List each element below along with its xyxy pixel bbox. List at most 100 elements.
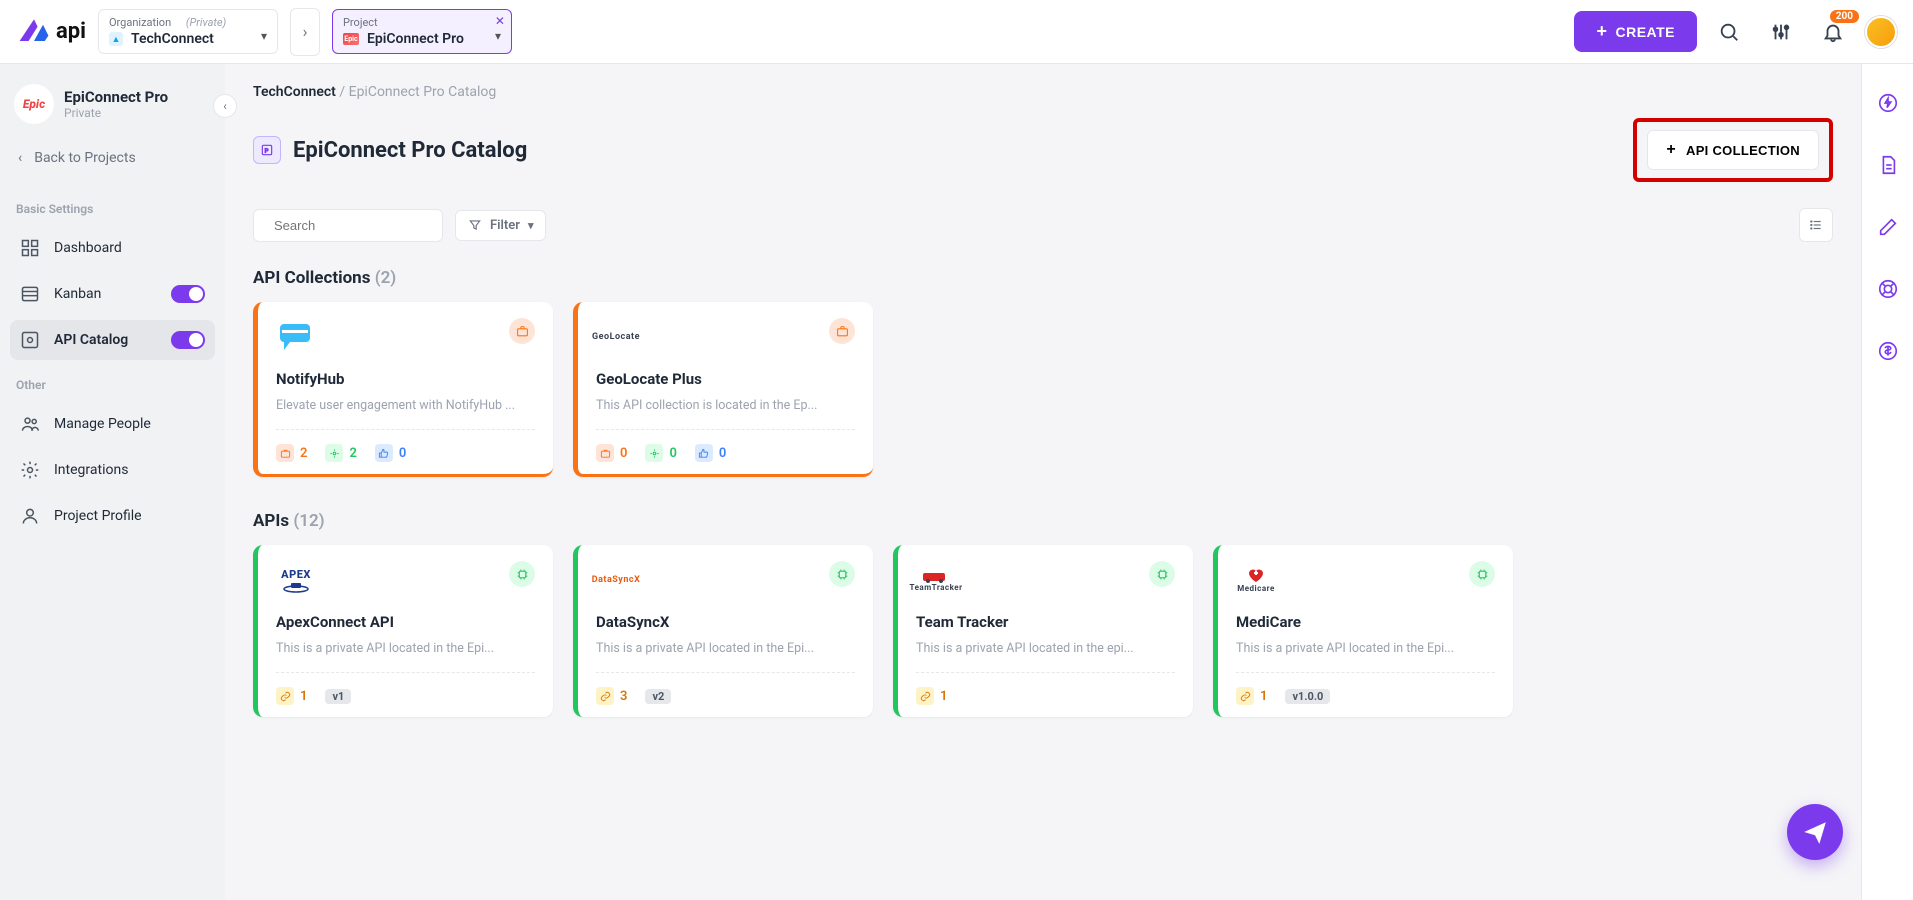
- strip-docs-button[interactable]: [1877, 154, 1899, 180]
- sidebar-item-integrations[interactable]: Integrations: [10, 450, 215, 490]
- search-input-wrapper[interactable]: [253, 209, 443, 242]
- card-title: ApexConnect API: [276, 613, 535, 631]
- chip-icon: [1469, 561, 1495, 587]
- sidebar-item-label: Integrations: [54, 462, 128, 478]
- version-chip: v1.0.0: [1285, 689, 1330, 704]
- card-stats: 2 2 0: [276, 440, 535, 462]
- svg-text:P: P: [265, 148, 269, 154]
- api-logo: Medicare: [1236, 561, 1276, 599]
- stat-gear: 0: [645, 444, 676, 462]
- card-title: GeoLocate Plus: [596, 370, 855, 388]
- notification-count: 200: [1830, 10, 1859, 23]
- sidebar-item-manage-people[interactable]: Manage People: [10, 404, 215, 444]
- api-card[interactable]: TeamTracker Team Tracker This is a priva…: [893, 545, 1193, 717]
- stat-gear: 2: [325, 444, 356, 462]
- sidebar-item-label: Dashboard: [54, 240, 122, 256]
- sidebar-item-label: Manage People: [54, 416, 151, 432]
- sidebar-item-project-profile[interactable]: Project Profile: [10, 496, 215, 536]
- sidebar-item-label: API Catalog: [54, 332, 128, 348]
- org-privacy: (Private): [186, 16, 226, 29]
- org-selector-value: TechConnect: [131, 31, 214, 47]
- settings-sliders-button[interactable]: [1761, 12, 1801, 52]
- version-chip: v2: [645, 689, 671, 704]
- card-stats: 1 v1: [276, 683, 535, 705]
- org-icon: ▲: [109, 32, 123, 46]
- stat-thumb: 0: [375, 444, 406, 462]
- project-icon: Epic: [343, 33, 359, 45]
- create-button[interactable]: + CREATE: [1574, 11, 1697, 52]
- search-icon: [1718, 21, 1740, 43]
- card-desc: This API collection is located in the Ep…: [596, 398, 855, 413]
- card-desc: This is a private API located in the Epi…: [596, 641, 855, 656]
- api-catalog-toggle[interactable]: [171, 331, 205, 349]
- filter-button[interactable]: Filter ▾: [455, 210, 546, 241]
- card-title: Team Tracker: [916, 613, 1175, 631]
- card-desc: Elevate user engagement with NotifyHub .…: [276, 398, 535, 413]
- stat-link: 1: [276, 687, 307, 705]
- caret-down-icon: ▾: [495, 29, 501, 43]
- sidebar-collapse-button[interactable]: ‹: [213, 94, 237, 118]
- notifications-button[interactable]: 200: [1813, 12, 1853, 52]
- card-stats: 0 0 0: [596, 440, 855, 462]
- strip-shortcuts-button[interactable]: [1877, 92, 1899, 118]
- org-selector[interactable]: Organization (Private) ▲TechConnect ▾: [98, 9, 278, 54]
- org-forward-button[interactable]: ›: [290, 8, 320, 56]
- kanban-toggle[interactable]: [171, 285, 205, 303]
- list-view-toggle[interactable]: [1799, 208, 1833, 242]
- fab-button[interactable]: [1787, 804, 1843, 860]
- search-input[interactable]: [272, 217, 452, 234]
- strip-billing-button[interactable]: [1877, 340, 1899, 366]
- sidebar-project-sub: Private: [64, 106, 168, 120]
- gear-icon: [20, 460, 40, 480]
- people-icon: [20, 414, 40, 434]
- api-logo: DataSyncX: [596, 561, 636, 599]
- bolt-circle-icon: [1877, 92, 1899, 114]
- user-avatar[interactable]: [1865, 16, 1897, 48]
- card-title: DataSyncX: [596, 613, 855, 631]
- project-selector-value: EpiConnect Pro: [367, 31, 464, 47]
- app-logo[interactable]: api: [16, 14, 86, 50]
- card-stats: 1 v1.0.0: [1236, 683, 1495, 705]
- stat-briefcase: 2: [276, 444, 307, 462]
- breadcrumb-org[interactable]: TechConnect: [253, 84, 336, 100]
- card-desc: This is a private API located in the Epi…: [1236, 641, 1495, 656]
- dashboard-icon: [20, 238, 40, 258]
- strip-edit-button[interactable]: [1877, 216, 1899, 242]
- filter-icon: [468, 218, 482, 232]
- stat-link: 1: [916, 687, 947, 705]
- lifebuoy-icon: [1877, 278, 1899, 300]
- catalog-icon: P: [253, 136, 281, 164]
- card-title: MediCare: [1236, 613, 1495, 631]
- highlight-box: + API COLLECTION: [1633, 118, 1833, 182]
- main-content: TechConnect / EpiConnect Pro Catalog P E…: [225, 64, 1861, 900]
- right-strip: [1861, 64, 1913, 900]
- api-logo: TeamTracker: [916, 561, 956, 599]
- sidebar-section-other: Other: [10, 366, 215, 398]
- dollar-icon: [1877, 340, 1899, 362]
- collection-card[interactable]: NotifyHub Elevate user engagement with N…: [253, 302, 553, 477]
- api-card[interactable]: DataSyncX DataSyncX This is a private AP…: [573, 545, 873, 717]
- sidebar-item-kanban[interactable]: Kanban: [10, 274, 215, 314]
- api-logo: APEX: [276, 561, 316, 599]
- project-selector-label: Project: [343, 16, 378, 29]
- project-badge-icon: Epic: [14, 84, 54, 124]
- stat-link: 3: [596, 687, 627, 705]
- back-to-projects[interactable]: ‹ Back to Projects: [10, 140, 215, 176]
- search-button[interactable]: [1709, 12, 1749, 52]
- api-card[interactable]: Medicare MediCare This is a private API …: [1213, 545, 1513, 717]
- chip-icon: [509, 561, 535, 587]
- collections-row: NotifyHub Elevate user engagement with N…: [253, 302, 1833, 477]
- sidebar-item-api-catalog[interactable]: API Catalog: [10, 320, 215, 360]
- card-stats: 3 v2: [596, 683, 855, 705]
- sidebar-project-header: Epic EpiConnect Pro Private: [10, 78, 215, 134]
- collection-card[interactable]: GeoLocate GeoLocate Plus This API collec…: [573, 302, 873, 477]
- api-card[interactable]: APEX ApexConnect API This is a private A…: [253, 545, 553, 717]
- add-api-collection-button[interactable]: + API COLLECTION: [1647, 130, 1819, 170]
- strip-help-button[interactable]: [1877, 278, 1899, 304]
- project-selector[interactable]: Project Epic EpiConnect Pro ▾ ✕: [332, 9, 512, 54]
- sidebar-item-dashboard[interactable]: Dashboard: [10, 228, 215, 268]
- close-icon[interactable]: ✕: [495, 14, 505, 28]
- edit-icon: [1877, 216, 1899, 238]
- apis-section-title: APIs (12): [253, 511, 1833, 531]
- card-desc: This is a private API located in the Epi…: [276, 641, 535, 656]
